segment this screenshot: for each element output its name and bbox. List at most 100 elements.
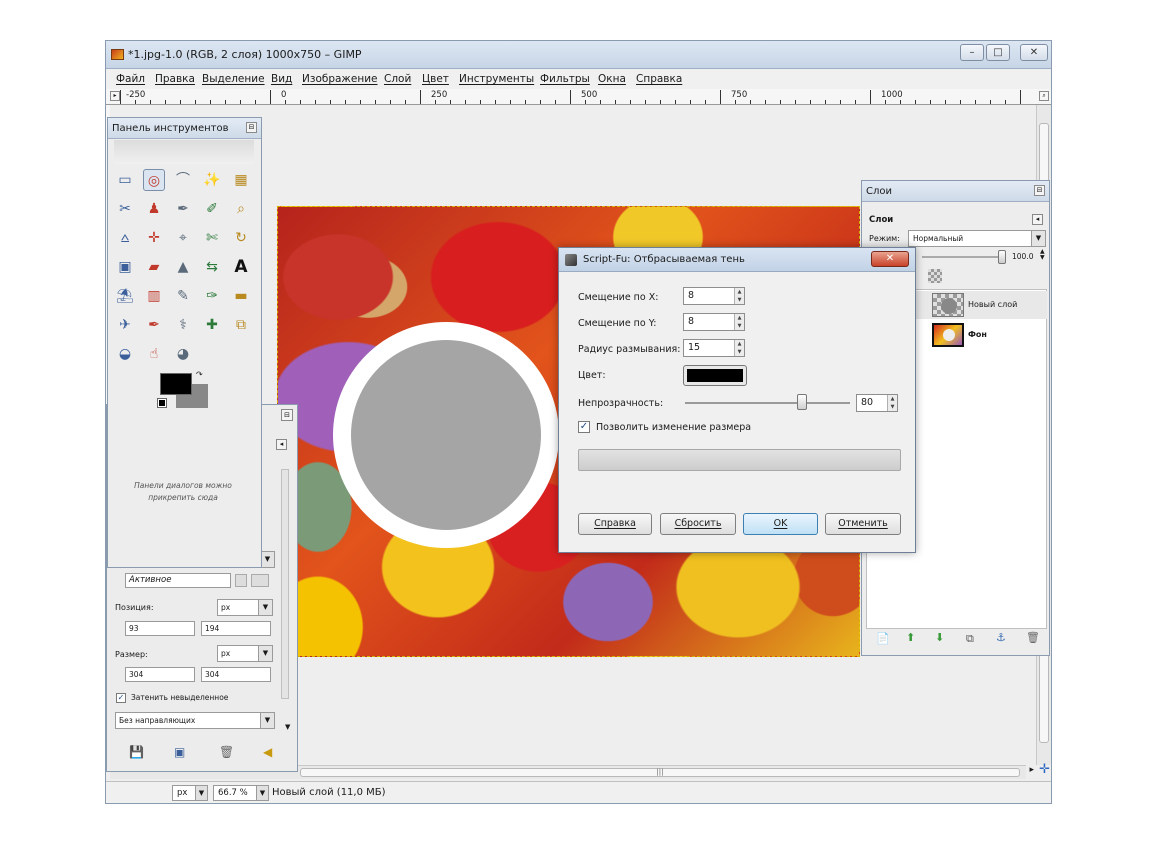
size-width-field[interactable]: 304 [125, 667, 195, 682]
toolbox-title[interactable]: Панель инструментов ⊟ [108, 118, 261, 139]
help-button[interactable]: Справка [578, 513, 652, 535]
dock-close-icon[interactable]: ⊟ [246, 122, 257, 133]
menu-view[interactable]: Вид [271, 73, 292, 85]
restore-options-icon[interactable]: ▣ [174, 745, 185, 759]
opacity-track[interactable] [922, 256, 1002, 258]
lasso-icon[interactable]: ⌒ [172, 169, 194, 191]
swap-colors-icon[interactable]: ↷ [196, 370, 203, 379]
crop-icon[interactable]: ✄ [201, 227, 223, 249]
lower-layer-icon[interactable]: ⬇ [935, 631, 944, 644]
paths-icon[interactable]: ✒ [172, 198, 194, 220]
scroll-right-icon[interactable]: ▸ [1029, 765, 1034, 775]
lock-alpha-icon[interactable] [928, 269, 942, 283]
shadow-color-button[interactable] [683, 365, 747, 386]
dock-menu-icon[interactable]: ◂ [1032, 214, 1043, 225]
perspective-clone-icon[interactable]: ⧉ [230, 314, 252, 336]
scroll-thumb[interactable]: ||| [300, 768, 1020, 777]
opacity-spin-icon[interactable]: ▲ ▼ [1040, 249, 1045, 261]
dock-close-icon[interactable]: ⊟ [281, 409, 293, 421]
rotate-icon[interactable]: ↻ [230, 227, 252, 249]
menu-file[interactable]: Файл [116, 73, 145, 85]
guides-select[interactable]: Без направляющих ▼ [115, 712, 275, 729]
position-unit-select[interactable]: px ▼ [217, 599, 273, 616]
color-select-icon[interactable]: ▦ [230, 169, 252, 191]
foreground-select-icon[interactable]: ♟ [143, 198, 165, 220]
layer-mode-select[interactable]: Нормальный ▼ [908, 230, 1046, 247]
position-x-field[interactable]: 93 [125, 621, 195, 636]
blend-icon[interactable]: ▥ [143, 285, 165, 307]
heal-icon[interactable]: ✚ [201, 314, 223, 336]
reset-button[interactable]: Сбросить [660, 513, 736, 535]
opacity-slider-thumb[interactable] [797, 394, 807, 410]
paintbrush-icon[interactable]: ✑ [201, 285, 223, 307]
fixed-mode-field[interactable]: Активное [125, 573, 231, 588]
ellipse-select-icon[interactable]: ◎ [143, 169, 165, 191]
zoom-image-icon[interactable]: ⌕ [1039, 91, 1049, 101]
align-icon[interactable]: ⌖ [172, 227, 194, 249]
raise-layer-icon[interactable]: ⬆ [906, 631, 915, 644]
size-unit-select[interactable]: px ▼ [217, 645, 273, 662]
layers-dock-title[interactable]: Слои ⊟ [862, 181, 1049, 202]
position-y-field[interactable]: 194 [201, 621, 271, 636]
offset-x-input[interactable]: 8 ▲ ▼ [683, 287, 745, 305]
offset-y-input[interactable]: 8 ▲ ▼ [683, 313, 745, 331]
unit-select[interactable]: px ▼ [172, 785, 208, 801]
zoom-select[interactable]: 66.7 % ▼ [213, 785, 269, 801]
ruler-menu-icon[interactable]: ▸ [110, 91, 120, 101]
title-bar[interactable]: *1.jpg-1.0 (RGB, 2 слоя) 1000x750 – GIMP… [106, 41, 1051, 69]
chain-icon[interactable] [235, 574, 247, 587]
cancel-button[interactable]: Отменить [825, 513, 901, 535]
clone-icon[interactable]: ⚕ [172, 314, 194, 336]
save-options-icon[interactable]: 💾 [129, 745, 144, 759]
maximize-button[interactable]: □ [986, 44, 1010, 61]
color-picker-icon[interactable]: ✐ [201, 198, 223, 220]
menu-select[interactable]: Выделение [202, 73, 265, 85]
allow-resize-checkbox[interactable]: ✓ [578, 421, 590, 433]
minimize-button[interactable]: – [960, 44, 984, 61]
dialog-close-button[interactable]: ✕ [871, 251, 909, 267]
anchor-layer-icon[interactable]: ⚓ [996, 631, 1006, 644]
options-scrollbar[interactable] [281, 469, 289, 699]
delete-options-icon[interactable]: 🗑 [219, 745, 234, 759]
menu-colors[interactable]: Цвет [422, 73, 449, 85]
text-icon[interactable]: A [230, 256, 252, 278]
scroll-down-icon[interactable]: ▼ [285, 723, 290, 731]
menu-image[interactable]: Изображение [302, 73, 378, 85]
reset-options-icon[interactable]: ◀ [263, 745, 272, 759]
spin-arrows-icon[interactable]: ▲ ▼ [734, 340, 744, 356]
menu-help[interactable]: Справка [636, 73, 682, 85]
menu-windows[interactable]: Окна [598, 73, 626, 85]
blur-radius-input[interactable]: 15 ▲ ▼ [683, 339, 745, 357]
fuzzy-select-icon[interactable]: ✨ [201, 169, 223, 191]
scissors-icon[interactable]: ✂ [114, 198, 136, 220]
zoom-icon[interactable]: ⌕ [230, 198, 252, 220]
ink-icon[interactable]: ✒ [143, 314, 165, 336]
opacity-input[interactable]: 80 ▲ ▼ [856, 394, 898, 412]
delete-layer-icon[interactable]: 🗑 [1026, 631, 1040, 644]
default-colors-icon[interactable] [157, 398, 167, 408]
spin-arrows-icon[interactable]: ▲ ▼ [887, 395, 897, 411]
perspective-icon[interactable]: ▲ [172, 256, 194, 278]
dock-menu-icon[interactable]: ◂ [276, 439, 287, 450]
dialog-title-bar[interactable]: Script-Fu: Отбрасываемая тень ✕ [559, 248, 915, 272]
bucket-fill-icon[interactable]: ⛱ [114, 285, 136, 307]
reset-icon[interactable] [251, 574, 269, 587]
new-layer-icon[interactable]: 📄 [876, 632, 890, 645]
measure-icon[interactable]: ⩟ [114, 227, 136, 249]
blur-icon[interactable]: ◒ [114, 343, 136, 365]
foreground-color-swatch[interactable] [160, 373, 192, 395]
highlight-checkbox[interactable]: ✓ [116, 693, 126, 703]
ok-button[interactable]: OK [743, 513, 818, 535]
airbrush-icon[interactable]: ✈ [114, 314, 136, 336]
navigate-icon[interactable]: ✛ [1039, 762, 1050, 777]
scale-icon[interactable]: ▣ [114, 256, 136, 278]
flip-icon[interactable]: ⇆ [201, 256, 223, 278]
menu-layer[interactable]: Слой [384, 73, 411, 85]
menu-filters[interactable]: Фильтры [540, 73, 590, 85]
shear-icon[interactable]: ▰ [143, 256, 165, 278]
pencil-icon[interactable]: ✎ [172, 285, 194, 307]
spin-arrows-icon[interactable]: ▲ ▼ [734, 314, 744, 330]
eraser-icon[interactable]: ▬ [230, 285, 252, 307]
opacity-slider-thumb[interactable] [998, 250, 1006, 264]
dock-close-icon[interactable]: ⊟ [1034, 185, 1045, 196]
